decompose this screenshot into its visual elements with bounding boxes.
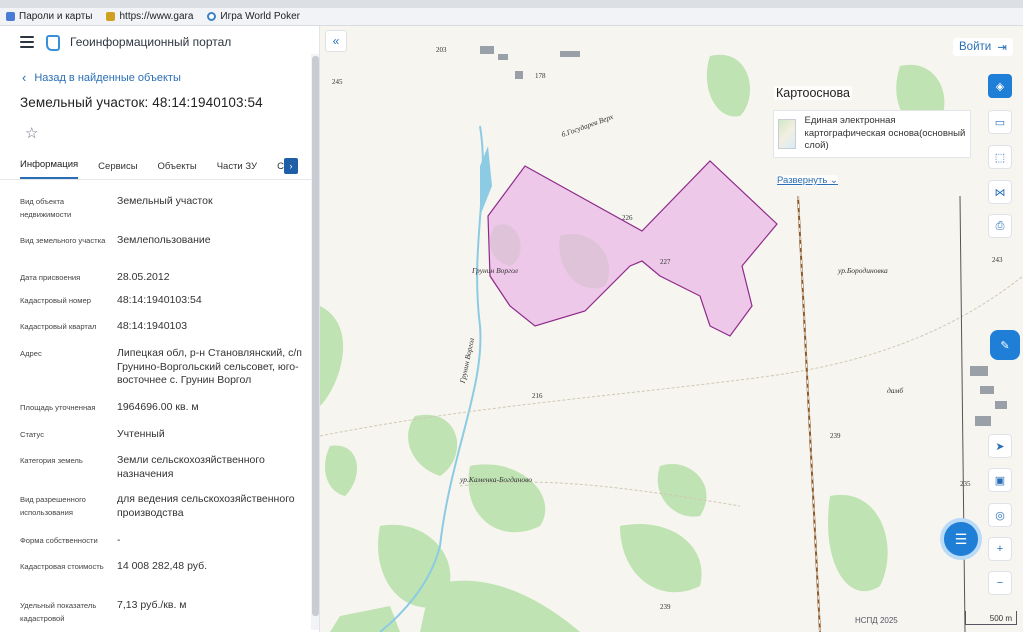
expand-layers-link[interactable]: Развернуть ⌄ bbox=[777, 175, 838, 186]
base-layer-item[interactable]: Единая электронная картографическая осно… bbox=[773, 110, 971, 158]
height-label: 203 bbox=[436, 46, 447, 54]
map-label: Грунин Воргол bbox=[472, 266, 518, 275]
select-area-icon[interactable]: ⬚ bbox=[988, 145, 1012, 169]
object-info-panel: Геоинформационный портал ‹ Назад в найде… bbox=[0, 26, 320, 632]
property-key: Дата присвоения bbox=[20, 273, 81, 282]
map-scale-bar: 500 m bbox=[965, 611, 1017, 625]
tabs-next-button[interactable]: › bbox=[284, 158, 298, 174]
property-value: 28.05.2012 bbox=[117, 271, 170, 283]
property-key: Кадастровая стоимость bbox=[20, 562, 104, 571]
layers-icon[interactable]: ◈ bbox=[988, 74, 1012, 98]
chevron-left-icon: ‹ bbox=[22, 70, 27, 85]
copyright-label: НСПД 2025 bbox=[855, 616, 898, 625]
key-icon bbox=[6, 12, 15, 21]
height-label: 243 bbox=[992, 256, 1003, 264]
app-header: Геоинформационный портал bbox=[0, 26, 319, 58]
property-key: Площадь уточненная bbox=[20, 403, 96, 412]
property-key: Удельный показатель кадастровой bbox=[20, 601, 97, 623]
property-value: Липецкая обл, р-н Становлянский, с/п Гру… bbox=[117, 347, 302, 386]
layer-thumbnail bbox=[778, 119, 797, 149]
tab-parts[interactable]: Части ЗУ bbox=[217, 161, 257, 179]
tab-bar: Информация Сервисы Объекты Части ЗУ Сост… bbox=[0, 154, 312, 180]
property-value: Землепользование bbox=[117, 234, 211, 246]
page-title: Земельный участок: 48:14:1940103:54 bbox=[20, 95, 263, 110]
site-icon bbox=[106, 12, 116, 21]
layer-name: Единая электронная картографическая осно… bbox=[804, 115, 966, 152]
ruler-icon[interactable]: ▭ bbox=[988, 110, 1012, 134]
property-value: 48:14:1940103 bbox=[117, 320, 188, 332]
app-title: Геоинформационный портал bbox=[70, 35, 232, 49]
height-label: 178 bbox=[535, 72, 546, 80]
property-value: Земельный участок bbox=[117, 195, 213, 207]
property-value: 14 008 282,48 руб. bbox=[117, 560, 208, 572]
portal-logo-icon bbox=[46, 35, 60, 51]
bookmark-passwords[interactable]: Пароли и карты bbox=[6, 11, 92, 22]
legend-button[interactable]: ☰ bbox=[940, 518, 982, 560]
zoom-out-button[interactable]: − bbox=[988, 571, 1012, 595]
property-value: Земли сельскохозяйственного назначения bbox=[117, 454, 265, 480]
property-key: Вид разрешенного использования bbox=[20, 495, 86, 517]
back-to-results-link[interactable]: ‹ Назад в найденные объекты bbox=[22, 70, 181, 85]
geo-target-icon[interactable]: ◎ bbox=[988, 503, 1012, 527]
map-label: ур.Каменка-Богданово bbox=[460, 475, 533, 484]
login-button[interactable]: Войти ⇥ bbox=[953, 38, 1013, 56]
search-panel-icon[interactable]: ✎ bbox=[990, 330, 1020, 360]
map-label: ур.Бородиновка bbox=[838, 266, 888, 275]
height-label: 216 bbox=[532, 392, 543, 400]
height-label: 226 bbox=[622, 214, 633, 222]
property-value: для ведения сельскохозяйственного произв… bbox=[117, 493, 295, 519]
locate-icon[interactable]: ➤ bbox=[988, 434, 1012, 458]
tab-objects[interactable]: Объекты bbox=[158, 161, 197, 179]
property-value: 7,13 руб./кв. м bbox=[117, 599, 187, 611]
favorite-star-icon[interactable]: ☆ bbox=[25, 124, 38, 142]
collapse-panel-button[interactable]: « bbox=[325, 30, 347, 52]
menu-icon[interactable] bbox=[20, 36, 34, 48]
print-icon[interactable]: ⎙ bbox=[988, 214, 1012, 238]
share-icon[interactable]: ⋈ bbox=[988, 180, 1012, 204]
height-label: 227 bbox=[660, 258, 671, 266]
property-value: 1964696.00 кв. м bbox=[117, 401, 199, 413]
property-key: Форма собственности bbox=[20, 536, 98, 545]
property-value: Учтенный bbox=[117, 428, 165, 440]
property-key: Вид земельного участка bbox=[20, 236, 106, 245]
list-icon: ☰ bbox=[954, 530, 968, 547]
map-label: дамб bbox=[887, 386, 904, 395]
bookmark-gara[interactable]: https://www.gara bbox=[106, 11, 193, 22]
property-key: Адрес bbox=[20, 349, 42, 358]
layer-panel-title: Картооснова bbox=[774, 86, 852, 100]
login-icon: ⇥ bbox=[997, 42, 1007, 54]
panel-scrollbar-thumb[interactable] bbox=[312, 56, 319, 616]
property-value: 48:14:1940103:54 bbox=[117, 294, 202, 306]
bookmarks-bar: Пароли и карты https://www.gara Игра Wor… bbox=[0, 8, 1023, 26]
tab-services[interactable]: Сервисы bbox=[98, 161, 137, 179]
zoom-in-button[interactable]: + bbox=[988, 537, 1012, 561]
browser-titlebar bbox=[0, 0, 1023, 8]
bookmark-poker[interactable]: Игра World Poker bbox=[207, 11, 300, 22]
property-key: Кадастровый номер bbox=[20, 296, 91, 305]
globe-icon bbox=[207, 12, 217, 21]
minimap-icon[interactable]: ▣ bbox=[988, 468, 1012, 492]
height-label: 245 bbox=[332, 78, 343, 86]
property-key: Кадастровый квартал bbox=[20, 322, 97, 331]
property-key: Вид объекта недвижимости bbox=[20, 197, 72, 219]
property-key: Статус bbox=[20, 430, 45, 439]
tab-information[interactable]: Информация bbox=[20, 159, 79, 179]
chevron-down-icon: ⌄ bbox=[830, 175, 838, 186]
height-label: 239 bbox=[830, 432, 841, 440]
property-key: Категория земель bbox=[20, 456, 83, 465]
height-label: 235 bbox=[960, 480, 971, 488]
height-label: 239 bbox=[660, 603, 671, 611]
property-value: - bbox=[117, 534, 121, 546]
